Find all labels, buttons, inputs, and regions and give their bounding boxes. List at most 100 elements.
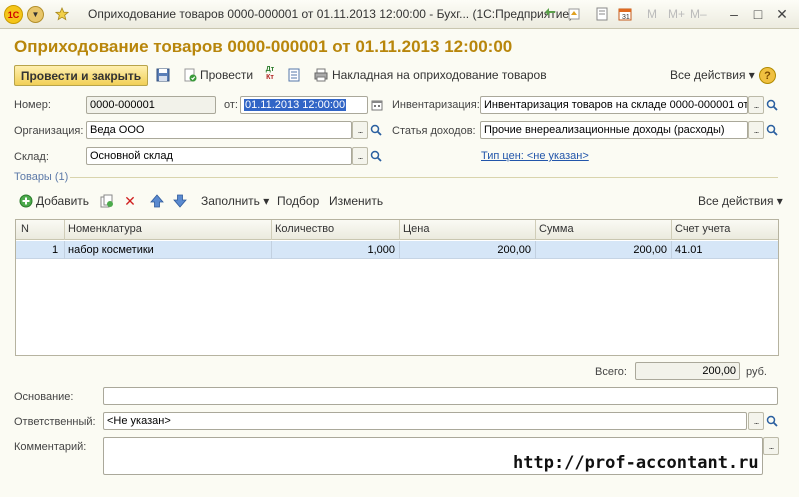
goods-table[interactable]: N Номенклатура Количество Цена Сумма Сче…	[15, 219, 779, 356]
income-item-open-icon[interactable]	[764, 121, 780, 139]
column-separator[interactable]	[64, 220, 65, 240]
inventory-select-button[interactable]: ...	[748, 96, 764, 114]
home-icon[interactable]	[566, 6, 582, 22]
column-quantity[interactable]: Количество	[275, 223, 334, 235]
svg-text:31: 31	[622, 14, 630, 21]
date-value: 01.11.2013 12:00:00	[244, 99, 347, 111]
cell-sum[interactable]: 200,00	[601, 244, 667, 256]
goods-section-label[interactable]: Товары (1)	[14, 171, 68, 183]
copy-icon[interactable]	[99, 193, 115, 209]
column-price[interactable]: Цена	[403, 223, 429, 235]
basis-label: Основание:	[14, 391, 74, 403]
report-icon[interactable]	[286, 67, 302, 83]
number-label: Номер:	[14, 99, 51, 111]
organization-label: Организация:	[14, 125, 84, 137]
minimize-button[interactable]: –	[724, 5, 744, 23]
kt-label: Кт	[266, 74, 274, 81]
income-item-select-button[interactable]: ...	[748, 121, 764, 139]
cell-quantity[interactable]: 1,000	[336, 244, 395, 256]
delete-icon[interactable]: ✕	[122, 193, 138, 209]
income-item-label: Статья доходов:	[392, 125, 476, 137]
goods-all-actions-menu[interactable]: Все действия ▾	[698, 194, 783, 208]
page-title: Оприходование товаров 0000-000001 от 01.…	[14, 37, 513, 56]
calendar-icon[interactable]: 31	[617, 6, 633, 22]
row-separator	[535, 241, 536, 259]
move-down-icon[interactable]	[172, 193, 188, 209]
number-field[interactable]: 0000-000001	[86, 96, 216, 114]
cell-n[interactable]: 1	[52, 244, 58, 256]
post-icon[interactable]	[182, 67, 198, 83]
fill-menu[interactable]: Заполнить ▾	[201, 194, 269, 208]
column-nomenclature[interactable]: Номенклатура	[68, 223, 142, 235]
section-divider	[70, 177, 778, 178]
print-invoice-button[interactable]: Накладная на оприходование товаров	[332, 68, 547, 82]
change-button[interactable]: Изменить	[329, 194, 383, 208]
organization-field[interactable]: Веда ООО	[86, 121, 352, 139]
cell-item[interactable]: набор косметики	[68, 244, 154, 256]
star-icon[interactable]	[54, 6, 70, 22]
organization-select-button[interactable]: ...	[352, 121, 368, 139]
inventory-open-icon[interactable]	[764, 96, 780, 114]
responsible-open-icon[interactable]	[764, 412, 780, 430]
column-account[interactable]: Счет учета	[675, 223, 730, 235]
column-separator[interactable]	[671, 220, 672, 240]
responsible-field[interactable]: <Не указан>	[103, 412, 747, 430]
add-icon[interactable]	[18, 193, 34, 209]
basis-field[interactable]	[103, 387, 778, 405]
add-row-button[interactable]: Добавить	[36, 194, 89, 208]
row-separator	[671, 241, 672, 259]
restore-button[interactable]: □	[748, 5, 768, 23]
selection-button[interactable]: Подбор	[277, 194, 319, 208]
income-item-field[interactable]: Прочие внереализационные доходы (расходы…	[480, 121, 748, 139]
inventory-field[interactable]: Инвентаризация товаров на складе 0000-00…	[480, 96, 748, 114]
row-separator	[271, 241, 272, 259]
price-type-link[interactable]: Тип цен: <не указан>	[481, 150, 589, 162]
cell-account[interactable]: 41.01	[675, 244, 703, 256]
column-n[interactable]: N	[21, 223, 29, 235]
watermark-url: http://prof-accontant.ru	[513, 453, 759, 473]
responsible-select-button[interactable]: ...	[748, 412, 764, 430]
date-field[interactable]: 01.11.2013 12:00:00	[240, 96, 368, 114]
printer-icon[interactable]	[313, 67, 329, 83]
table-header: N Номенклатура Количество Цена Сумма Сче…	[16, 220, 778, 240]
total-field: 200,00	[635, 362, 740, 380]
save-icon[interactable]	[155, 67, 171, 83]
warehouse-open-icon[interactable]	[368, 147, 384, 165]
total-label: Всего:	[595, 366, 627, 378]
close-button[interactable]: ✕	[772, 5, 792, 23]
date-label: от:	[224, 99, 238, 111]
window-titlebar: 1С ▼ Оприходование товаров 0000-000001 о…	[0, 0, 799, 29]
help-icon[interactable]: ?	[759, 67, 776, 84]
inventory-label: Инвентаризация:	[392, 99, 480, 111]
comment-label: Комментарий:	[14, 441, 87, 453]
calendar-picker-icon[interactable]	[369, 96, 385, 114]
column-sum[interactable]: Сумма	[539, 223, 574, 235]
row-separator	[64, 241, 65, 259]
arrow-back-icon[interactable]	[543, 6, 559, 22]
window-title: Оприходование товаров 0000-000001 от 01.…	[88, 7, 574, 21]
move-up-icon[interactable]	[149, 193, 165, 209]
main-menu-dropdown-icon[interactable]: ▼	[27, 6, 44, 23]
column-separator[interactable]	[535, 220, 536, 240]
memory-m-button[interactable]: M	[647, 7, 657, 21]
responsible-label: Ответственный:	[14, 416, 96, 428]
post-and-close-button[interactable]: Провести и закрыть	[14, 65, 148, 86]
table-row[interactable]: 1 набор косметики 1,000 200,00 200,00 41…	[16, 241, 778, 259]
post-button[interactable]: Провести	[200, 68, 253, 82]
warehouse-label: Склад:	[14, 151, 49, 163]
app-logo-1c[interactable]: 1С	[4, 5, 23, 24]
warehouse-select-button[interactable]: ...	[352, 147, 368, 165]
column-separator[interactable]	[271, 220, 272, 240]
all-actions-menu[interactable]: Все действия ▾	[670, 68, 755, 82]
currency-label: руб.	[746, 366, 767, 378]
cell-price[interactable]: 200,00	[466, 244, 531, 256]
memory-plus-button[interactable]: M+	[668, 7, 685, 21]
memory-minus-button[interactable]: M–	[690, 7, 707, 21]
column-separator[interactable]	[399, 220, 400, 240]
comment-expand-button[interactable]: ...	[763, 437, 779, 455]
organization-open-icon[interactable]	[368, 121, 384, 139]
warehouse-field[interactable]: Основной склад	[86, 147, 352, 165]
dt-label: Дт	[265, 66, 275, 73]
document-icon[interactable]	[594, 6, 610, 22]
dt-kt-icon[interactable]: Дт Кт	[262, 66, 278, 82]
